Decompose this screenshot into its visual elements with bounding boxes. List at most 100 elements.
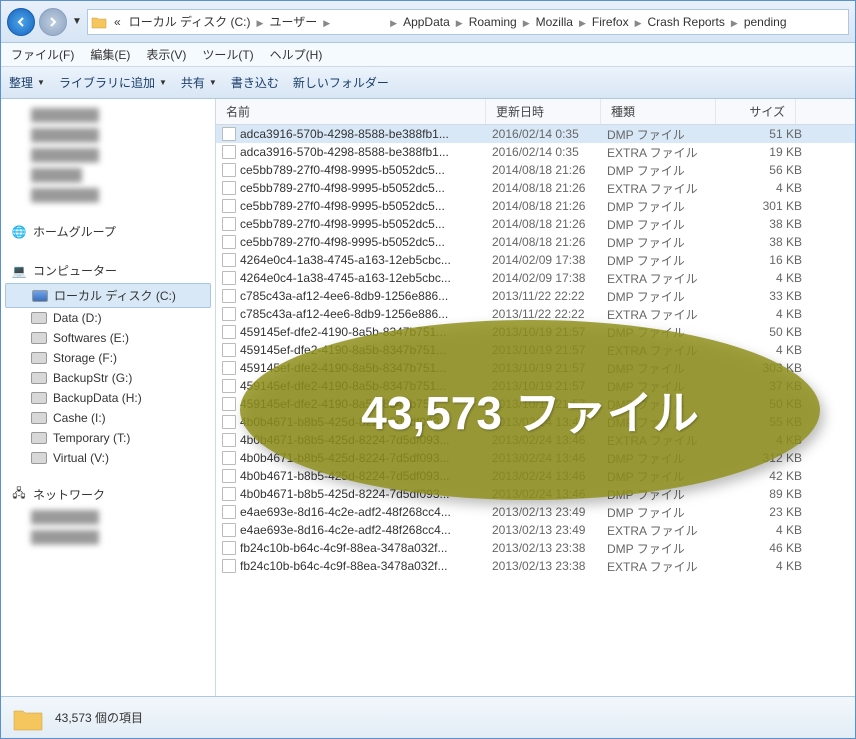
- chevron-right-icon: ▶: [521, 18, 532, 28]
- drive-label: BackupData (H:): [53, 391, 142, 405]
- nav-history-chevron-icon[interactable]: ▼: [71, 16, 83, 27]
- menu-edit[interactable]: 編集(E): [90, 46, 130, 63]
- file-icon: [222, 163, 236, 177]
- file-type: DMP ファイル: [607, 234, 722, 251]
- file-type: DMP ファイル: [607, 378, 722, 395]
- file-row[interactable]: 4b0b4671-b8b5-425d-8224-7d5df093...2013/…: [216, 467, 855, 485]
- file-icon: [222, 199, 236, 213]
- file-row[interactable]: 4b0b4671-b8b5-425d-8224-7d5df093...2013/…: [216, 431, 855, 449]
- breadcrumb-segment[interactable]: Firefox: [588, 15, 633, 29]
- file-row[interactable]: adca3916-570b-4298-8588-be388fb1...2016/…: [216, 125, 855, 143]
- file-size: 37 KB: [722, 379, 802, 393]
- breadcrumb-segment[interactable]: ユーザー: [265, 15, 321, 29]
- file-row[interactable]: c785c43a-af12-4ee6-8db9-1256e886...2013/…: [216, 305, 855, 323]
- file-row[interactable]: e4ae693e-8d16-4c2e-adf2-48f268cc4...2013…: [216, 521, 855, 539]
- toolbar-newfolder[interactable]: 新しいフォルダー: [293, 74, 389, 91]
- file-name: 4b0b4671-b8b5-425d-8224-7d5df093...: [240, 451, 450, 465]
- file-icon: [222, 433, 236, 447]
- file-name: ce5bb789-27f0-4f98-9995-b5052dc5...: [240, 235, 445, 249]
- file-type: EXTRA ファイル: [607, 306, 722, 323]
- breadcrumb-segment[interactable]: Crash Reports: [644, 15, 729, 29]
- chevron-right-icon: ▶: [577, 18, 588, 28]
- sidebar-drive-item[interactable]: BackupData (H:): [5, 388, 211, 408]
- file-type: DMP ファイル: [607, 468, 722, 485]
- file-row[interactable]: ce5bb789-27f0-4f98-9995-b5052dc5...2014/…: [216, 215, 855, 233]
- menu-view[interactable]: 表示(V): [146, 46, 186, 63]
- breadcrumb-segment[interactable]: AppData: [399, 15, 454, 29]
- file-date: 2014/08/18 21:26: [492, 163, 607, 177]
- computer-icon: 💻: [11, 263, 27, 279]
- file-name: ce5bb789-27f0-4f98-9995-b5052dc5...: [240, 181, 445, 195]
- toolbar-organize[interactable]: 整理▼: [9, 74, 45, 91]
- column-size[interactable]: サイズ: [716, 99, 796, 124]
- sidebar-drive-item[interactable]: ローカル ディスク (C:): [5, 283, 211, 308]
- sidebar-drive-item[interactable]: Data (D:): [5, 308, 211, 328]
- toolbar-share[interactable]: 共有▼: [181, 74, 217, 91]
- sidebar-homegroup[interactable]: 🌐 ホームグループ: [5, 219, 211, 244]
- sidebar-drive-item[interactable]: Cashe (I:): [5, 408, 211, 428]
- file-row[interactable]: fb24c10b-b64c-4c9f-88ea-3478a032f...2013…: [216, 557, 855, 575]
- menu-tools[interactable]: ツール(T): [202, 46, 253, 63]
- main-panel: 名前 更新日時 種類 サイズ adca3916-570b-4298-8588-b…: [216, 99, 855, 696]
- file-date: 2014/08/18 21:26: [492, 181, 607, 195]
- file-row[interactable]: 4b0b4671-b8b5-425d-8224-7d5df093...2013/…: [216, 413, 855, 431]
- file-row[interactable]: 4264e0c4-1a38-4745-a163-12eb5cbc...2014/…: [216, 269, 855, 287]
- file-name: 459145ef-dfe2-4190-8a5b-8347b751...: [240, 379, 446, 393]
- file-icon: [222, 397, 236, 411]
- column-name[interactable]: 名前: [216, 99, 486, 124]
- menu-help[interactable]: ヘルプ(H): [270, 46, 323, 63]
- file-row[interactable]: ce5bb789-27f0-4f98-9995-b5052dc5... 2014/…: [216, 179, 855, 197]
- file-type: EXTRA ファイル: [607, 180, 722, 197]
- file-type: DMP ファイル: [607, 414, 722, 431]
- toolbar-library[interactable]: ライブラリに追加▼: [59, 74, 167, 91]
- menu-file[interactable]: ファイル(F): [11, 46, 74, 63]
- drive-label: Virtual (V:): [53, 451, 109, 465]
- file-row[interactable]: adca3916-570b-4298-8588-be388fb1...2016/…: [216, 143, 855, 161]
- menubar: ファイル(F) 編集(E) 表示(V) ツール(T) ヘルプ(H): [1, 43, 855, 67]
- sidebar-drive-item[interactable]: Softwares (E:): [5, 328, 211, 348]
- file-row[interactable]: 459145ef-dfe2-4190-8a5b-8347b751...2013/…: [216, 377, 855, 395]
- file-row[interactable]: 459145ef-dfe2-4190-8a5b-8347b751...2013/…: [216, 341, 855, 359]
- sidebar-blurred-item: ████████: [5, 507, 211, 527]
- file-row[interactable]: 459145ef-dfe2-4190-8a5b-8347b751...2013/…: [216, 359, 855, 377]
- file-row[interactable]: fb24c10b-b64c-4c9f-88ea-3478a032f...2013…: [216, 539, 855, 557]
- file-icon: [222, 217, 236, 231]
- column-date[interactable]: 更新日時: [486, 99, 601, 124]
- folder-icon: [90, 13, 108, 31]
- sidebar-computer[interactable]: 💻 コンピューター: [5, 258, 211, 283]
- file-date: 2013/02/13 23:38: [492, 541, 607, 555]
- nav-back-button[interactable]: [7, 8, 35, 36]
- drive-label: ローカル ディスク (C:): [54, 287, 176, 304]
- column-type[interactable]: 種類: [601, 99, 716, 124]
- file-row[interactable]: 4264e0c4-1a38-4745-a163-12eb5cbc...2014/…: [216, 251, 855, 269]
- chevron-down-icon: ▼: [209, 78, 217, 87]
- file-row[interactable]: ce5bb789-27f0-4f98-9995-b5052dc5...2014/…: [216, 161, 855, 179]
- nav-forward-button[interactable]: [39, 8, 67, 36]
- sidebar-drive-item[interactable]: Virtual (V:): [5, 448, 211, 468]
- file-row[interactable]: e4ae693e-8d16-4c2e-adf2-48f268cc4...2013…: [216, 503, 855, 521]
- breadcrumb-segment[interactable]: ローカル ディスク (C:): [125, 15, 255, 29]
- breadcrumb-segment[interactable]: Mozilla: [532, 15, 577, 29]
- file-row[interactable]: 459145ef-dfe2-4190-8a5b-8347b751...2013/…: [216, 323, 855, 341]
- sidebar-drive-item[interactable]: Temporary (T:): [5, 428, 211, 448]
- file-row[interactable]: 4b0b4671-b8b5-425d-8224-7d5df093...2013/…: [216, 449, 855, 467]
- file-row[interactable]: ce5bb789-27f0-4f98-9995-b5052dc5...2014/…: [216, 197, 855, 215]
- file-size: 4 KB: [722, 523, 802, 537]
- file-row[interactable]: 4b0b4671-b8b5-425d-8224-7d5df093...2013/…: [216, 485, 855, 503]
- file-type: EXTRA ファイル: [607, 522, 722, 539]
- address-bar[interactable]: « ローカル ディスク (C:)▶ユーザー▶ ▶AppData▶Roaming▶…: [87, 9, 849, 35]
- file-row[interactable]: c785c43a-af12-4ee6-8db9-1256e886...2013/…: [216, 287, 855, 305]
- breadcrumb-segment[interactable]: [332, 15, 388, 29]
- breadcrumb-segment[interactable]: pending: [740, 15, 791, 29]
- sidebar-network[interactable]: 🖧 ネットワーク: [5, 482, 211, 507]
- homegroup-icon: 🌐: [11, 224, 27, 240]
- file-type: EXTRA ファイル: [607, 432, 722, 449]
- file-row[interactable]: 459145ef-dfe2-4190-8a5b-8347b751...2013/…: [216, 395, 855, 413]
- breadcrumb-segment[interactable]: Roaming: [465, 15, 521, 29]
- file-row[interactable]: ce5bb789-27f0-4f98-9995-b5052dc5...2014/…: [216, 233, 855, 251]
- toolbar-burn[interactable]: 書き込む: [231, 74, 279, 91]
- file-list[interactable]: adca3916-570b-4298-8588-be388fb1...2016/…: [216, 125, 855, 696]
- sidebar-drive-item[interactable]: Storage (F:): [5, 348, 211, 368]
- file-size: 89 KB: [722, 487, 802, 501]
- sidebar-drive-item[interactable]: BackupStr (G:): [5, 368, 211, 388]
